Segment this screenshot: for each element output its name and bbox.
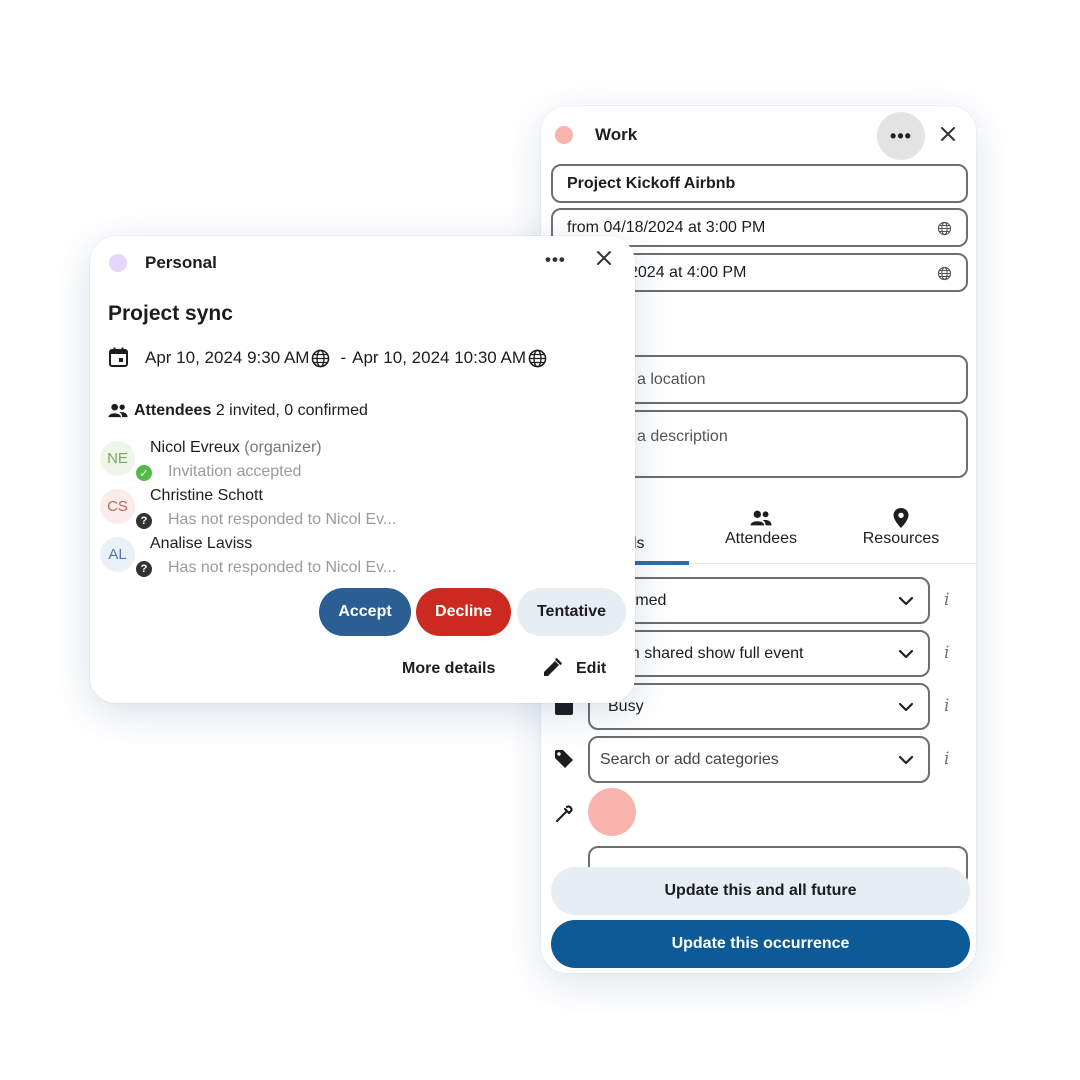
people-icon: [750, 510, 772, 526]
edit-panel-header: Work •••: [541, 106, 976, 166]
attendee-name-line: Christine Schott: [150, 487, 263, 505]
chevron-down-icon: [898, 596, 914, 606]
event-start: Apr 10, 2024 9:30 AM: [145, 348, 310, 367]
availability-select[interactable]: Busy: [588, 683, 930, 730]
calendar-icon: [109, 347, 128, 367]
attendees-summary: Attendees 2 invited, 0 confirmed: [134, 402, 368, 420]
avatar: CS: [100, 489, 135, 524]
status-select[interactable]: firmed: [588, 577, 930, 624]
calendar-color-dot: [555, 126, 573, 144]
attendee-row[interactable]: NE Nicol Evreux (organizer) ✓ Invitation…: [100, 439, 620, 487]
description-placeholder: a description: [637, 428, 728, 445]
close-icon: [941, 127, 955, 141]
pencil-icon[interactable]: [542, 658, 562, 678]
attendee-row[interactable]: CS Christine Schott ? Has not responded …: [100, 487, 620, 535]
attendee-name: Analise Laviss: [150, 535, 253, 552]
tab-resources[interactable]: Resources: [851, 502, 951, 564]
tentative-button[interactable]: Tentative: [517, 588, 626, 636]
info-icon[interactable]: i: [944, 590, 949, 610]
attendee-status: Has not responded to Nicol Ev...: [168, 511, 397, 528]
color-picker-icon: [556, 805, 573, 822]
tab-resources-label: Resources: [862, 530, 940, 547]
globe-icon[interactable]: [311, 349, 330, 368]
visibility-value: en shared show full event: [622, 644, 804, 662]
attendee-status: Invitation accepted: [168, 463, 302, 480]
event-color-swatch[interactable]: [588, 788, 636, 836]
attendee-row[interactable]: AL Analise Laviss ? Has not responded to…: [100, 535, 620, 583]
chevron-down-icon: [898, 702, 914, 712]
location-pin-icon: [893, 508, 909, 528]
visibility-select[interactable]: en shared show full event: [588, 630, 930, 677]
event-end: Apr 10, 2024 10:30 AM: [352, 348, 527, 367]
globe-icon[interactable]: [528, 349, 547, 368]
accept-button[interactable]: Accept: [319, 588, 411, 636]
close-button[interactable]: [596, 250, 612, 271]
more-options-button[interactable]: •••: [877, 112, 925, 160]
globe-icon[interactable]: [937, 221, 952, 236]
calendar-color-dot: [109, 254, 127, 272]
event-title: Project sync: [108, 302, 233, 325]
question-circle-icon: ?: [136, 513, 152, 529]
tab-attendees-label: Attendees: [724, 530, 798, 547]
attendees-count: 2 invited, 0 confirmed: [215, 402, 368, 419]
attendee-status: Has not responded to Nicol Ev...: [168, 559, 397, 576]
chevron-down-icon: [898, 755, 914, 765]
end-datetime-value: 2024 at 4:00 PM: [629, 263, 747, 281]
update-all-future-button[interactable]: Update this and all future: [551, 867, 970, 915]
globe-icon[interactable]: [937, 266, 952, 281]
avatar: NE: [100, 441, 135, 476]
location-placeholder: a location: [637, 370, 706, 388]
categories-select[interactable]: Search or add categories: [588, 736, 930, 783]
avatar: AL: [100, 537, 135, 572]
check-circle-icon: ✓: [136, 465, 152, 481]
people-icon: [108, 403, 128, 418]
event-title-input[interactable]: Project Kickoff Airbnb: [551, 164, 968, 203]
close-button[interactable]: [935, 121, 961, 147]
decline-button[interactable]: Decline: [416, 588, 511, 636]
attendee-name-line: Analise Laviss: [150, 535, 252, 553]
more-horizontal-icon: •••: [545, 250, 566, 269]
question-circle-icon: ?: [136, 561, 152, 577]
calendar-name: Work: [595, 125, 638, 144]
attendees-label: Attendees: [134, 402, 212, 419]
more-options-button[interactable]: •••: [545, 250, 566, 270]
date-separator: -: [340, 348, 347, 367]
tab-attendees[interactable]: Attendees: [711, 502, 811, 564]
info-icon[interactable]: i: [944, 749, 949, 769]
more-horizontal-icon: •••: [890, 125, 912, 146]
more-details-link[interactable]: More details: [402, 660, 495, 678]
info-icon[interactable]: i: [944, 696, 949, 716]
event-date-range: Apr 10, 2024 9:30 AM - Apr 10, 2024 10:3…: [145, 348, 551, 368]
close-icon: [597, 251, 611, 265]
event-details-popup: Personal ••• Project sync Apr 10, 2024 9…: [90, 236, 635, 703]
info-icon[interactable]: i: [944, 643, 949, 663]
start-datetime-value: from 04/18/2024 at 3:00 PM: [567, 218, 766, 236]
attendee-name: Christine Schott: [150, 487, 263, 504]
attendee-name: Nicol Evreux: [150, 439, 240, 456]
chevron-down-icon: [898, 649, 914, 659]
edit-button[interactable]: Edit: [576, 660, 606, 678]
update-occurrence-button[interactable]: Update this occurrence: [551, 920, 970, 968]
calendar-name: Personal: [145, 253, 217, 272]
event-title-value: Project Kickoff Airbnb: [567, 174, 736, 192]
tag-icon: [555, 750, 573, 768]
attendee-name-line: Nicol Evreux (organizer): [150, 439, 322, 457]
categories-placeholder: Search or add categories: [600, 750, 779, 768]
attendee-role: (organizer): [244, 439, 322, 456]
